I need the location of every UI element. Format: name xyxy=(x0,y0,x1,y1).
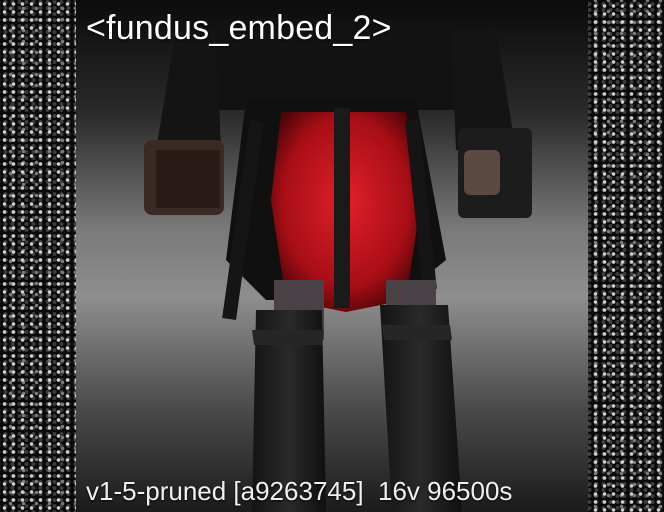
noise-pattern-right xyxy=(588,0,664,512)
preview-title: <fundus_embed_2> xyxy=(86,9,392,47)
noise-pattern-left xyxy=(0,0,76,512)
preview-figure-illustration xyxy=(144,20,532,512)
preview-card[interactable]: <fundus_embed_2> v1-5-pruned [a9263745] … xyxy=(0,0,664,512)
preview-image[interactable] xyxy=(76,0,588,512)
model-info-footer: v1-5-pruned [a9263745] 16v 96500s xyxy=(86,476,513,506)
